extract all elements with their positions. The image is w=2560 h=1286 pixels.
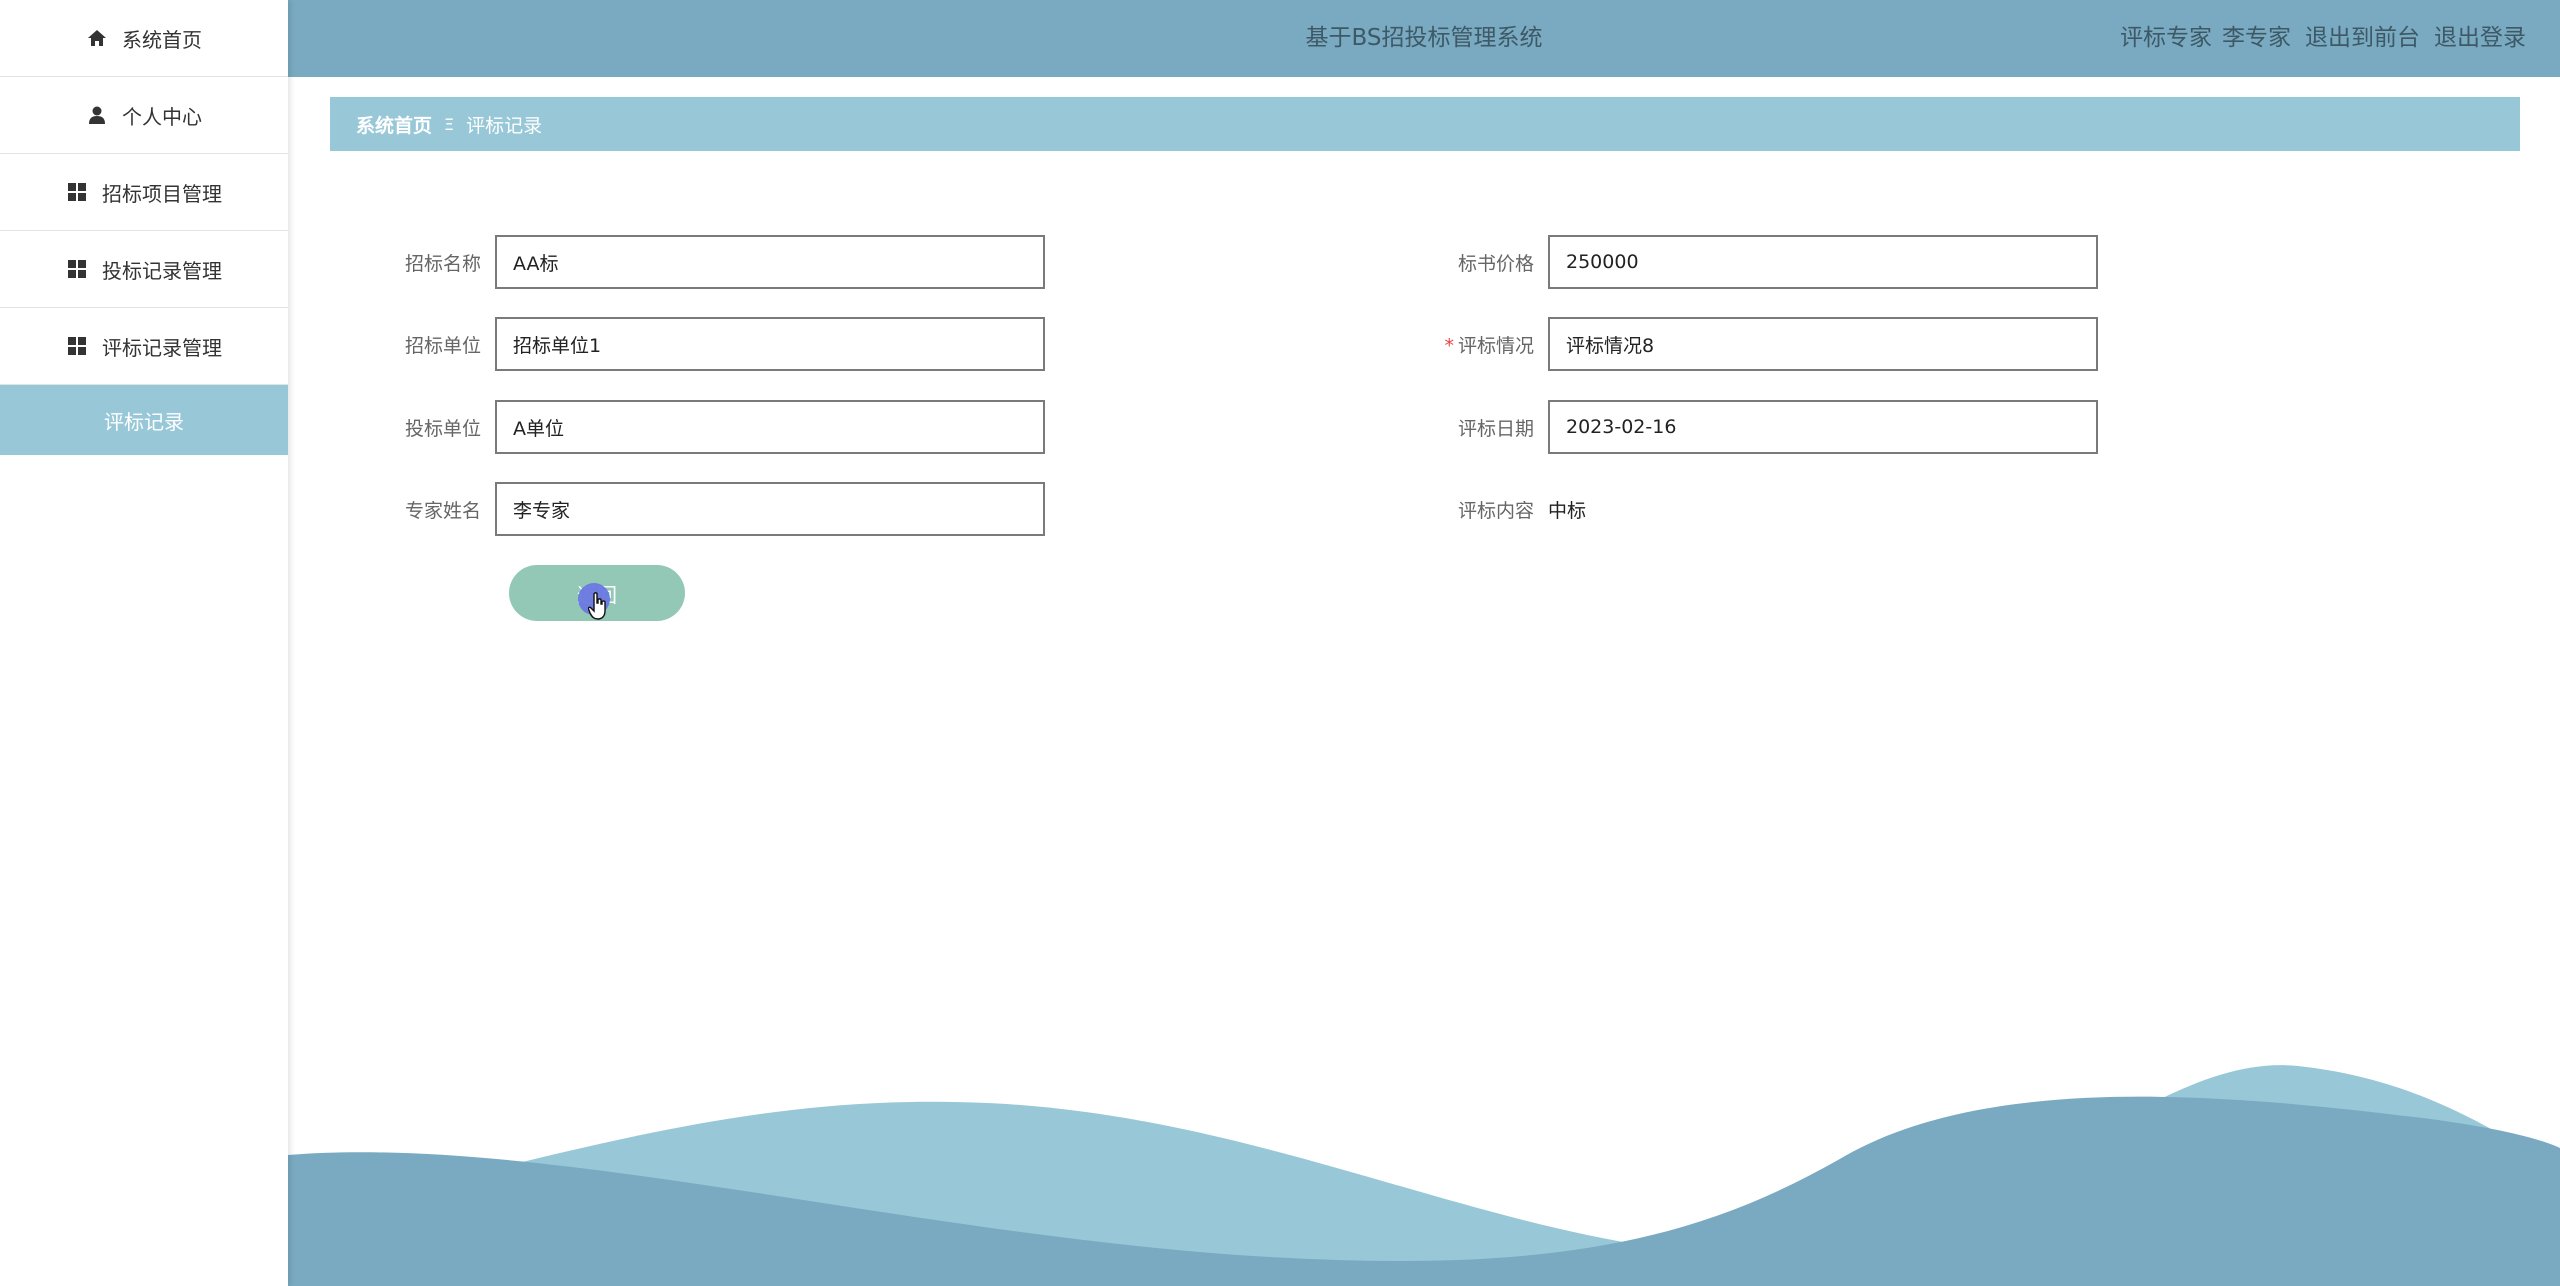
sidebar-item-label: 投标记录管理: [102, 258, 222, 283]
eval-date-input[interactable]: [1548, 400, 2098, 454]
hand-cursor-icon: [588, 592, 606, 620]
sidebar-item-evaluation-record[interactable]: 评标记录管理: [0, 308, 288, 385]
tender-name-label: 招标名称: [404, 252, 481, 275]
header-user-area: 评标专家 李专家 退出到前台 退出登录: [2106, 0, 2526, 70]
sidebar-item-home[interactable]: 系统首页: [0, 0, 288, 77]
field-eval-date: 评标日期: [1408, 400, 2098, 454]
expert-name-input[interactable]: [495, 482, 1045, 536]
exit-to-front-link[interactable]: 退出到前台: [2305, 18, 2420, 52]
top-header: 基于BS招投标管理系统 评标专家 李专家 退出到前台 退出登录: [288, 0, 2560, 77]
home-icon: [86, 27, 108, 49]
eval-date-label: 评标日期: [1457, 417, 1534, 440]
breadcrumb-current: 评标记录: [466, 114, 543, 137]
sidebar-item-label: 招标项目管理: [102, 181, 222, 206]
eval-content-label: 评标内容: [1457, 499, 1534, 522]
decorative-waves: [288, 1065, 2560, 1286]
eval-content-value: 中标: [1548, 499, 1587, 522]
required-mark: *: [1444, 334, 1454, 357]
user-role: 评标专家: [2120, 25, 2212, 51]
breadcrumb: 系统首页 Ξ 评标记录: [330, 97, 2520, 151]
grid-icon: [66, 181, 88, 203]
sidebar-item-label: 个人中心: [122, 104, 202, 129]
grid-icon: [66, 335, 88, 357]
sidebar-item-personal-center[interactable]: 个人中心: [0, 77, 288, 154]
field-bid-unit: 投标单位: [355, 400, 1045, 454]
field-eval-status: * 评标情况: [1408, 317, 2098, 371]
bid-unit-label: 投标单位: [404, 417, 481, 440]
breadcrumb-separator: Ξ: [444, 114, 455, 134]
eval-status-label: * 评标情况: [1444, 334, 1534, 357]
bid-unit-input[interactable]: [495, 400, 1045, 454]
logout-link[interactable]: 退出登录: [2434, 18, 2526, 52]
sidebar-item-tender-project[interactable]: 招标项目管理: [0, 154, 288, 231]
grid-icon: [66, 258, 88, 280]
sidebar-item-label: 评标记录管理: [102, 335, 222, 360]
eval-status-input[interactable]: [1548, 317, 2098, 371]
field-eval-content: 评标内容 中标: [1408, 482, 1586, 536]
expert-name-label: 专家姓名: [404, 499, 481, 522]
sidebar-subitem-evaluation[interactable]: 评标记录: [0, 385, 288, 455]
tender-unit-input[interactable]: [495, 317, 1045, 371]
breadcrumb-home[interactable]: 系统首页: [356, 111, 432, 138]
tender-unit-label: 招标单位: [404, 334, 481, 357]
sidebar-item-label: 系统首页: [122, 27, 202, 52]
tender-name-input[interactable]: [495, 235, 1045, 289]
sidebar: 系统首页 个人中心 招标项目管理 投标记录管理 评标记录管理 评标记录: [0, 0, 288, 1286]
sidebar-item-bid-record[interactable]: 投标记录管理: [0, 231, 288, 308]
field-tender-name: 招标名称: [355, 235, 1045, 289]
bid-price-input[interactable]: [1548, 235, 2098, 289]
field-expert-name: 专家姓名: [355, 482, 1045, 536]
user-icon: [86, 104, 108, 126]
bid-price-label: 标书价格: [1457, 252, 1534, 275]
field-tender-unit: 招标单位: [355, 317, 1045, 371]
user-name: 李专家: [2222, 25, 2291, 51]
field-bid-price: 标书价格: [1408, 235, 2098, 289]
